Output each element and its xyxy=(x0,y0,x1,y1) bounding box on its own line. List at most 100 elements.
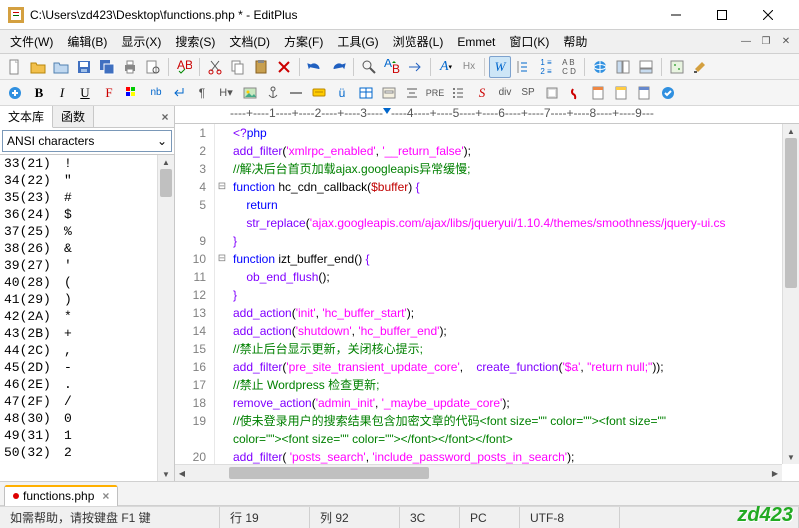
scroll-left-icon[interactable]: ◀ xyxy=(175,465,189,481)
user-tool-icon[interactable] xyxy=(689,56,711,78)
pre-icon[interactable]: PRE xyxy=(424,82,446,104)
anchor-icon[interactable] xyxy=(262,82,284,104)
color-picker-icon[interactable] xyxy=(121,82,143,104)
doc-tab-functions[interactable]: functions.php × xyxy=(4,485,118,506)
list-icon[interactable] xyxy=(447,82,469,104)
print-icon[interactable] xyxy=(119,56,141,78)
goto-icon[interactable] xyxy=(404,56,426,78)
menu-scheme[interactable]: 方案(F) xyxy=(278,31,329,52)
char-row[interactable]: 46(2E). xyxy=(0,376,174,393)
php-icon[interactable] xyxy=(633,82,655,104)
scroll-up-icon[interactable]: ▲ xyxy=(158,155,174,169)
menu-emmet[interactable]: Emmet xyxy=(451,33,501,51)
char-row[interactable]: 50(32)2 xyxy=(0,444,174,461)
toggle-cliptext-icon[interactable] xyxy=(612,56,634,78)
save-icon[interactable] xyxy=(73,56,95,78)
validate-icon[interactable] xyxy=(657,82,679,104)
char-row[interactable]: 47(2F)/ xyxy=(0,393,174,410)
span-icon[interactable]: SP xyxy=(517,82,539,104)
open-icon[interactable] xyxy=(27,56,49,78)
new-file-icon[interactable] xyxy=(4,56,26,78)
mdi-minimize-icon[interactable]: — xyxy=(737,34,755,50)
delete-icon[interactable] xyxy=(273,56,295,78)
char-row[interactable]: 37(25)% xyxy=(0,223,174,240)
undo-icon[interactable] xyxy=(304,56,326,78)
code-area[interactable]: 1234591011121314151617181920 ⊟⊟ <?phpadd… xyxy=(175,124,799,481)
copy-icon[interactable] xyxy=(227,56,249,78)
form-icon[interactable] xyxy=(378,82,400,104)
scroll-down-icon[interactable]: ▼ xyxy=(783,450,799,464)
sidebar-tab-functions[interactable]: 函数 xyxy=(53,106,94,127)
heading-icon[interactable]: H▾ xyxy=(215,82,237,104)
char-row[interactable]: 48(30)0 xyxy=(0,410,174,427)
scroll-down-icon[interactable]: ▼ xyxy=(158,467,174,481)
underline-icon[interactable]: U xyxy=(74,82,96,104)
spellcheck-icon[interactable]: ABC xyxy=(173,56,195,78)
div-icon[interactable]: div xyxy=(494,82,516,104)
char-row[interactable]: 38(26)& xyxy=(0,240,174,257)
mdi-close-icon[interactable]: ✕ xyxy=(777,34,795,50)
menu-search[interactable]: 搜索(S) xyxy=(169,31,221,52)
print-preview-icon[interactable] xyxy=(142,56,164,78)
fold-column[interactable]: ⊟⊟ xyxy=(215,124,229,481)
menu-tool[interactable]: 工具(G) xyxy=(331,31,384,52)
replace-icon[interactable]: AB xyxy=(381,56,403,78)
menu-file[interactable]: 文件(W) xyxy=(4,31,59,52)
script-icon[interactable]: S xyxy=(471,82,493,104)
char-row[interactable]: 33(21)! xyxy=(0,155,174,172)
close-button[interactable] xyxy=(745,0,791,30)
char-row[interactable]: 42(2A)* xyxy=(0,308,174,325)
char-row[interactable]: 34(22)" xyxy=(0,172,174,189)
scroll-thumb[interactable] xyxy=(160,169,172,197)
paste-icon[interactable] xyxy=(250,56,272,78)
menu-view[interactable]: 显示(X) xyxy=(115,31,167,52)
char-row[interactable]: 43(2B)+ xyxy=(0,325,174,342)
char-row[interactable]: 44(2C), xyxy=(0,342,174,359)
bold-icon[interactable]: B xyxy=(28,82,50,104)
scroll-thumb[interactable] xyxy=(229,467,429,479)
hex-icon[interactable]: Hx xyxy=(458,56,480,78)
char-row[interactable]: 36(24)$ xyxy=(0,206,174,223)
char-icon[interactable]: ü xyxy=(331,82,353,104)
p-icon[interactable]: ¶ xyxy=(191,82,213,104)
nbsp-icon[interactable]: nb xyxy=(145,82,167,104)
charset-icon[interactable]: A BC D xyxy=(558,56,580,78)
sidebar-tab-cliptext[interactable]: 文本库 xyxy=(0,106,53,128)
indent-guide-icon[interactable] xyxy=(512,56,534,78)
mdi-restore-icon[interactable]: ❐ xyxy=(757,34,775,50)
maximize-button[interactable] xyxy=(699,0,745,30)
new-html-icon[interactable] xyxy=(4,82,26,104)
sidebar-library-select[interactable]: ANSI characters ⌄ xyxy=(2,130,172,152)
img-icon[interactable] xyxy=(239,82,261,104)
scroll-up-icon[interactable]: ▲ xyxy=(783,124,799,138)
obj-icon[interactable] xyxy=(541,82,563,104)
char-row[interactable]: 41(29)) xyxy=(0,291,174,308)
applet-icon[interactable] xyxy=(564,82,586,104)
wordwrap-icon[interactable]: W xyxy=(489,56,511,78)
js-icon[interactable] xyxy=(610,82,632,104)
char-row[interactable]: 49(31)1 xyxy=(0,427,174,444)
editor-hscrollbar[interactable]: ◀ ▶ xyxy=(175,464,782,481)
menu-doc[interactable]: 文档(D) xyxy=(223,31,276,52)
menu-window[interactable]: 窗口(K) xyxy=(503,31,555,52)
code-lines[interactable]: <?phpadd_filter('xmlrpc_enabled', '__ret… xyxy=(229,124,799,481)
char-row[interactable]: 35(23)# xyxy=(0,189,174,206)
scroll-right-icon[interactable]: ▶ xyxy=(768,465,782,481)
scroll-thumb[interactable] xyxy=(785,138,797,288)
doc-tab-close-icon[interactable]: × xyxy=(102,489,109,503)
cut-icon[interactable] xyxy=(204,56,226,78)
center-icon[interactable] xyxy=(401,82,423,104)
char-row[interactable]: 39(27)' xyxy=(0,257,174,274)
menu-browser[interactable]: 浏览器(L) xyxy=(387,31,450,52)
menu-edit[interactable]: 编辑(B) xyxy=(61,31,113,52)
br-icon[interactable] xyxy=(168,82,190,104)
linenum-icon[interactable]: 1 ≡2 ≡ xyxy=(535,56,557,78)
editor-vscrollbar[interactable]: ▲ ▼ xyxy=(782,124,799,464)
toggle-output-icon[interactable] xyxy=(635,56,657,78)
comment-icon[interactable] xyxy=(308,82,330,104)
sidebar-scrollbar[interactable]: ▲ ▼ xyxy=(157,155,174,481)
minimize-button[interactable] xyxy=(653,0,699,30)
char-row[interactable]: 40(28)( xyxy=(0,274,174,291)
hr-icon[interactable] xyxy=(285,82,307,104)
italic-icon[interactable]: I xyxy=(51,82,73,104)
